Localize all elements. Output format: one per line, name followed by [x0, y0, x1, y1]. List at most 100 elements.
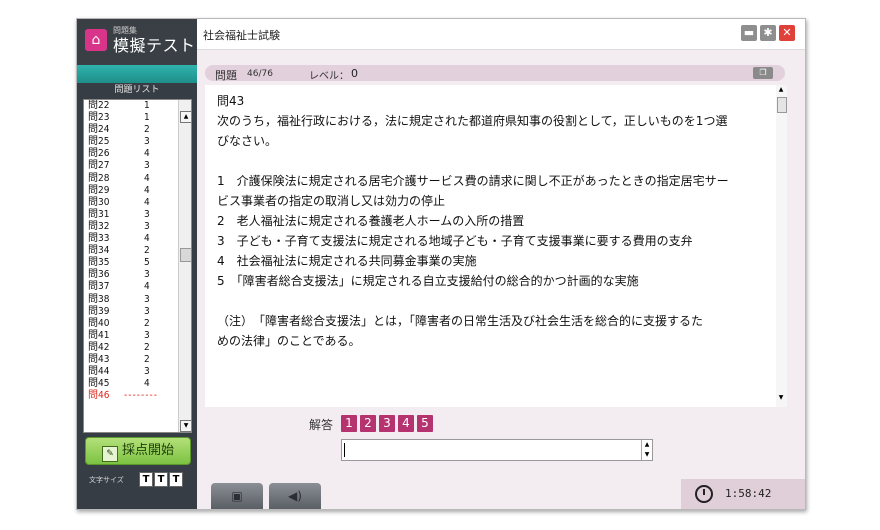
question-answer-label: 2	[144, 341, 150, 353]
question-number-label: 問28	[88, 172, 110, 184]
app-logo: ⌂ 問題集 模擬テスト	[77, 19, 197, 65]
question-list-item[interactable]: 問22 1	[84, 100, 177, 112]
folder-icon[interactable]: ▬	[741, 25, 757, 41]
audio-button[interactable]: ◀)	[269, 483, 321, 509]
answer-choice-4[interactable]: 4	[398, 415, 414, 432]
question-answer-label: 2	[144, 317, 150, 329]
answer-input[interactable]: ▲ ▼	[341, 439, 653, 461]
app-window: ⌂ 問題集 模擬テスト 問題リスト 問22 1 問23 1 問24 2 問25 3 問26 4 問2…	[76, 18, 806, 510]
text-caret	[344, 443, 345, 457]
question-list-item[interactable]: 問24 2	[84, 124, 177, 136]
font-size-large-button[interactable]: T	[169, 472, 183, 487]
text-scroll-up-icon[interactable]: ▲	[776, 85, 786, 95]
question-text-scrollbar[interactable]: ▲ ▼	[776, 85, 787, 407]
question-answer-label: 3	[144, 220, 150, 232]
image-button[interactable]: ▣	[211, 483, 263, 509]
question-answer-label: 3	[144, 208, 150, 220]
question-answer-label: 4	[144, 233, 150, 245]
question-number-label: 問41	[88, 329, 110, 341]
question-number-label: 問42	[88, 341, 110, 353]
question-list-item[interactable]: 問39 3	[84, 306, 177, 318]
question-label: 問題	[215, 69, 237, 82]
question-list-scrollbar[interactable]: ▲ ▼	[178, 100, 191, 432]
answer-choice-2[interactable]: 2	[360, 415, 376, 432]
question-number-label: 問30	[88, 196, 110, 208]
question-list-item[interactable]: 問25 3	[84, 136, 177, 148]
question-answer-label: 4	[144, 148, 150, 160]
sidebar-accent-bar	[77, 65, 197, 83]
scroll-thumb[interactable]	[180, 248, 191, 262]
question-list-item[interactable]: 問36 3	[84, 269, 177, 281]
start-grading-button[interactable]: ✎ 採点開始	[85, 437, 191, 465]
question-number-label: 問22	[88, 100, 110, 111]
question-number-label: 問36	[88, 269, 110, 281]
question-number-label: 問27	[88, 160, 110, 172]
question-list-item[interactable]: 問31 3	[84, 209, 177, 221]
question-list-item[interactable]: 問40 2	[84, 318, 177, 330]
scroll-down-icon[interactable]: ▼	[180, 420, 191, 432]
question-list-item[interactable]: 問23 1	[84, 112, 177, 124]
answer-choice-5[interactable]: 5	[417, 415, 433, 432]
question-number-label: 問38	[88, 293, 110, 305]
question-answer-label: 3	[144, 329, 150, 341]
answer-choice-1[interactable]: 1	[341, 415, 357, 432]
question-list-item[interactable]: 問30 4	[84, 197, 177, 209]
question-number-label: 問46	[88, 390, 110, 402]
question-list: 問22 1 問23 1 問24 2 問25 3 問26 4 問27 3 問28 4 問29 4 問30 4 問31 3…	[83, 99, 192, 433]
question-list-item[interactable]: 問29 4	[84, 185, 177, 197]
question-number-label: 問29	[88, 184, 110, 196]
question-answer-label: 4	[144, 378, 150, 390]
question-answer-label: 4	[144, 172, 150, 184]
question-list-item[interactable]: 問42 2	[84, 342, 177, 354]
question-number-label: 問34	[88, 245, 110, 257]
question-list-item[interactable]: 問45 4	[84, 378, 177, 390]
question-list-item[interactable]: 問35 5	[84, 257, 177, 269]
level-label: レベル：	[309, 71, 349, 82]
question-list-item[interactable]: 問33 4	[84, 233, 177, 245]
question-answer-label: 2	[144, 245, 150, 257]
question-answer-label: 2	[144, 353, 150, 365]
text-scroll-thumb[interactable]	[777, 97, 787, 113]
option-1-line-1: 1 介護保険法に規定される居宅介護サービス費の請求に関し不正があったときの指定居…	[217, 174, 729, 188]
question-number-label: 問23	[88, 112, 110, 124]
question-answer-label: 5	[144, 257, 150, 269]
question-list-item[interactable]: 問46 --------	[84, 390, 177, 402]
image-icon: ▣	[231, 489, 243, 503]
question-answer-label: 3	[144, 305, 150, 317]
question-answer-label: 1	[144, 112, 150, 124]
question-number-label: 問26	[88, 148, 110, 160]
question-list-item[interactable]: 問32 3	[84, 221, 177, 233]
answer-label: 解答	[309, 418, 334, 432]
answer-spinner[interactable]: ▲ ▼	[641, 440, 652, 460]
start-grading-label: 採点開始	[121, 443, 174, 458]
gear-icon[interactable]: ✱	[760, 25, 776, 41]
scroll-up-icon[interactable]: ▲	[180, 111, 191, 123]
answer-choice-3[interactable]: 3	[379, 415, 395, 432]
text-scroll-down-icon[interactable]: ▼	[776, 393, 786, 403]
question-list-item[interactable]: 問37 4	[84, 281, 177, 293]
question-number-label: 問31	[88, 208, 110, 220]
question-list-item[interactable]: 問34 2	[84, 245, 177, 257]
question-list-item[interactable]: 問27 3	[84, 160, 177, 172]
option-3: 3 子ども・子育て支援法に規定される地域子ども・子育て支援事業に要する費用の支弁	[217, 234, 693, 248]
question-answer-label: 3	[144, 269, 150, 281]
window-toggle-icon[interactable]: ❐	[753, 67, 773, 79]
question-number-label: 問40	[88, 317, 110, 329]
question-list-item[interactable]: 問28 4	[84, 173, 177, 185]
question-list-item[interactable]: 問41 3	[84, 330, 177, 342]
font-size-small-button[interactable]: T	[139, 472, 153, 487]
font-size-medium-button[interactable]: T	[154, 472, 168, 487]
close-icon[interactable]: ✕	[779, 25, 795, 41]
home-icon[interactable]: ⌂	[85, 29, 107, 51]
question-list-item[interactable]: 問26 4	[84, 148, 177, 160]
question-answer-label: 3	[144, 366, 150, 378]
question-list-item[interactable]: 問43 2	[84, 354, 177, 366]
question-number-label: 問33	[88, 233, 110, 245]
question-list-item[interactable]: 問44 3	[84, 366, 177, 378]
question-list-item[interactable]: 問38 3	[84, 294, 177, 306]
logo-subtitle: 問題集	[113, 26, 137, 35]
question-number: 問43	[217, 94, 245, 108]
question-number-label: 問25	[88, 136, 110, 148]
sidebar: ⌂ 問題集 模擬テスト 問題リスト 問22 1 問23 1 問24 2 問25 3 問26 4 問2…	[77, 19, 197, 509]
question-list-title: 問題リスト	[114, 85, 160, 95]
